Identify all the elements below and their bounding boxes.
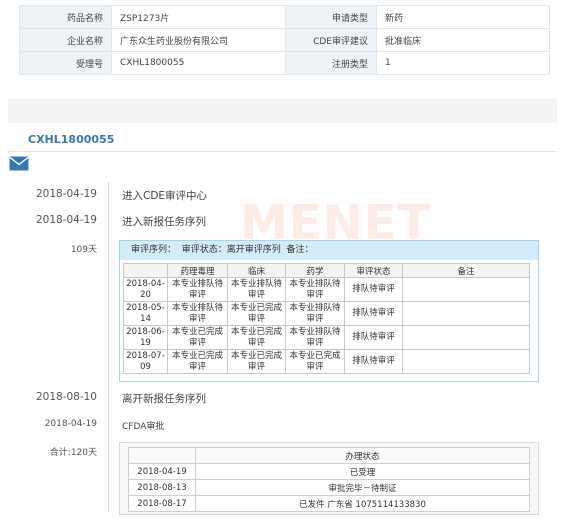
clinical-status: 本专业已完成审评: [227, 325, 286, 350]
review-queue-panel: 审评序列： 审评状态：离开审评序列 备注： 药理毒理 临床 药学 审评状态 备注…: [119, 240, 539, 382]
review-queue-header: 审评序列： 审评状态：离开审评序列 备注：: [120, 241, 538, 260]
drug-name-value: ZSP1273片: [111, 5, 286, 29]
tox-status: 本专业已完成审评: [167, 325, 228, 350]
registration-type-value: 1: [376, 51, 550, 75]
application-type-label: 申请类型: [285, 5, 377, 29]
tox-status: 本专业排队待审评: [167, 301, 228, 326]
table-row: 2018-08-17 已发件 广东省 1075114133830: [128, 495, 530, 512]
table-header-row: 办理状态: [128, 447, 530, 464]
company-value: 广东众生药业股份有限公司: [111, 28, 286, 52]
timeline-event: 进入CDE审评中心: [122, 190, 208, 202]
row-note: [402, 325, 530, 350]
row-date: 2018-05-14: [123, 301, 168, 326]
tox-status: 本专业已完成审评: [167, 349, 228, 374]
status-text: 已受理: [195, 463, 530, 480]
company-label: 企业名称: [19, 28, 112, 52]
table-row: 2018-06-19 本专业已完成审评 本专业已完成审评 本专业排队待审评 排队…: [123, 325, 530, 350]
row-date: 2018-06-19: [123, 325, 168, 350]
status-date: 2018-08-13: [128, 479, 196, 496]
column-header: 药学: [285, 263, 345, 278]
pharmacy-status: 本专业排队待审评: [285, 277, 345, 302]
timeline-event: 离开新报任务序列: [122, 393, 206, 405]
info-row: 企业名称 广东众生药业股份有限公司 CDE审评建议 批准临床: [19, 28, 550, 52]
status-date: 2018-04-19: [128, 463, 196, 480]
timeline-date: 2018-04-19: [35, 188, 97, 200]
pharmacy-status: 本专业排队待审评: [285, 301, 345, 326]
table-row: 2018-08-13 审批完毕－待制证: [128, 479, 530, 496]
approval-status-panel: 办理状态 2018-04-19 已受理 2018-08-13 审批完毕－待制证 …: [119, 442, 539, 515]
review-status: 排队待审评: [344, 349, 403, 374]
review-status: 排队待审评: [344, 301, 403, 326]
review-progress-table: 药理毒理 临床 药学 审评状态 备注 2018-04-20 本专业排队待审评 本…: [123, 263, 530, 374]
timeline-event: 进入新报任务序列: [122, 216, 206, 228]
timeline-date: 2018-04-19: [35, 214, 97, 226]
application-type-value: 新药: [376, 5, 550, 29]
table-row: 2018-04-20 本专业排队待审评 本专业排队待审评 本专业排队待审评 排队…: [123, 277, 530, 302]
envelope-icon[interactable]: [9, 156, 29, 171]
column-header: 备注: [402, 263, 530, 278]
timeline-event: CFDA审批: [122, 422, 165, 432]
table-row: 2018-04-19 已受理: [128, 463, 530, 480]
timeline-axis: [108, 182, 109, 512]
drug-info-table: 药品名称 ZSP1273片 申请类型 新药 企业名称 广东众生药业股份有限公司 …: [19, 5, 550, 75]
info-row: 药品名称 ZSP1273片 申请类型 新药: [19, 5, 550, 29]
cde-advice-value: 批准临床: [376, 28, 550, 52]
pharmacy-status: 本专业已完成审评: [285, 349, 345, 374]
tox-status: 本专业排队待审评: [167, 277, 228, 302]
column-header: 审评状态: [344, 263, 403, 278]
clinical-status: 本专业已完成审评: [227, 301, 286, 326]
row-note: [402, 301, 530, 326]
clinical-status: 本专业排队待审评: [227, 277, 286, 302]
drug-name-label: 药品名称: [19, 5, 112, 29]
status-date: 2018-08-17: [128, 495, 196, 512]
row-date: 2018-07-09: [123, 349, 168, 374]
review-status: 排队待审评: [344, 277, 403, 302]
clinical-status: 本专业已完成审评: [227, 349, 286, 374]
timeline-date: 2018-08-10: [35, 391, 97, 403]
status-text: 审批完毕－待制证: [195, 479, 530, 496]
total-days: 合计:120天: [49, 448, 97, 458]
row-note: [402, 277, 530, 302]
registration-type-label: 注册类型: [285, 51, 377, 75]
status-text: 已发件 广东省 1075114133830: [195, 495, 530, 512]
acceptance-no-label: 受理号: [19, 51, 112, 75]
row-date: 2018-04-20: [123, 277, 168, 302]
timeline-date: 2018-04-19: [44, 419, 97, 429]
info-row: 受理号 CXHL1800055 注册类型 1: [19, 51, 550, 75]
cde-advice-label: CDE审评建议: [285, 28, 377, 52]
approval-status-table: 办理状态 2018-04-19 已受理 2018-08-13 审批完毕－待制证 …: [128, 447, 530, 512]
column-header: 办理状态: [195, 447, 530, 464]
review-status: 排队待审评: [344, 325, 403, 350]
column-header: 药理毒理: [167, 263, 228, 278]
table-row: 2018-07-09 本专业已完成审评 本专业已完成审评 本专业已完成审评 排队…: [123, 349, 530, 374]
row-note: [402, 349, 530, 374]
title-separator: [8, 151, 557, 152]
section-divider-band: [8, 99, 557, 123]
pharmacy-status: 本专业排队待审评: [285, 325, 345, 350]
column-header: [123, 263, 168, 278]
duration-days: 109天: [70, 245, 97, 255]
column-header: 临床: [227, 263, 286, 278]
table-row: 2018-05-14 本专业排队待审评 本专业已完成审评 本专业排队待审评 排队…: [123, 301, 530, 326]
table-header-row: 药理毒理 临床 药学 审评状态 备注: [123, 263, 530, 278]
acceptance-code-title: CXHL1800055: [28, 133, 115, 146]
column-header: [128, 447, 196, 464]
acceptance-no-value: CXHL1800055: [111, 51, 286, 75]
